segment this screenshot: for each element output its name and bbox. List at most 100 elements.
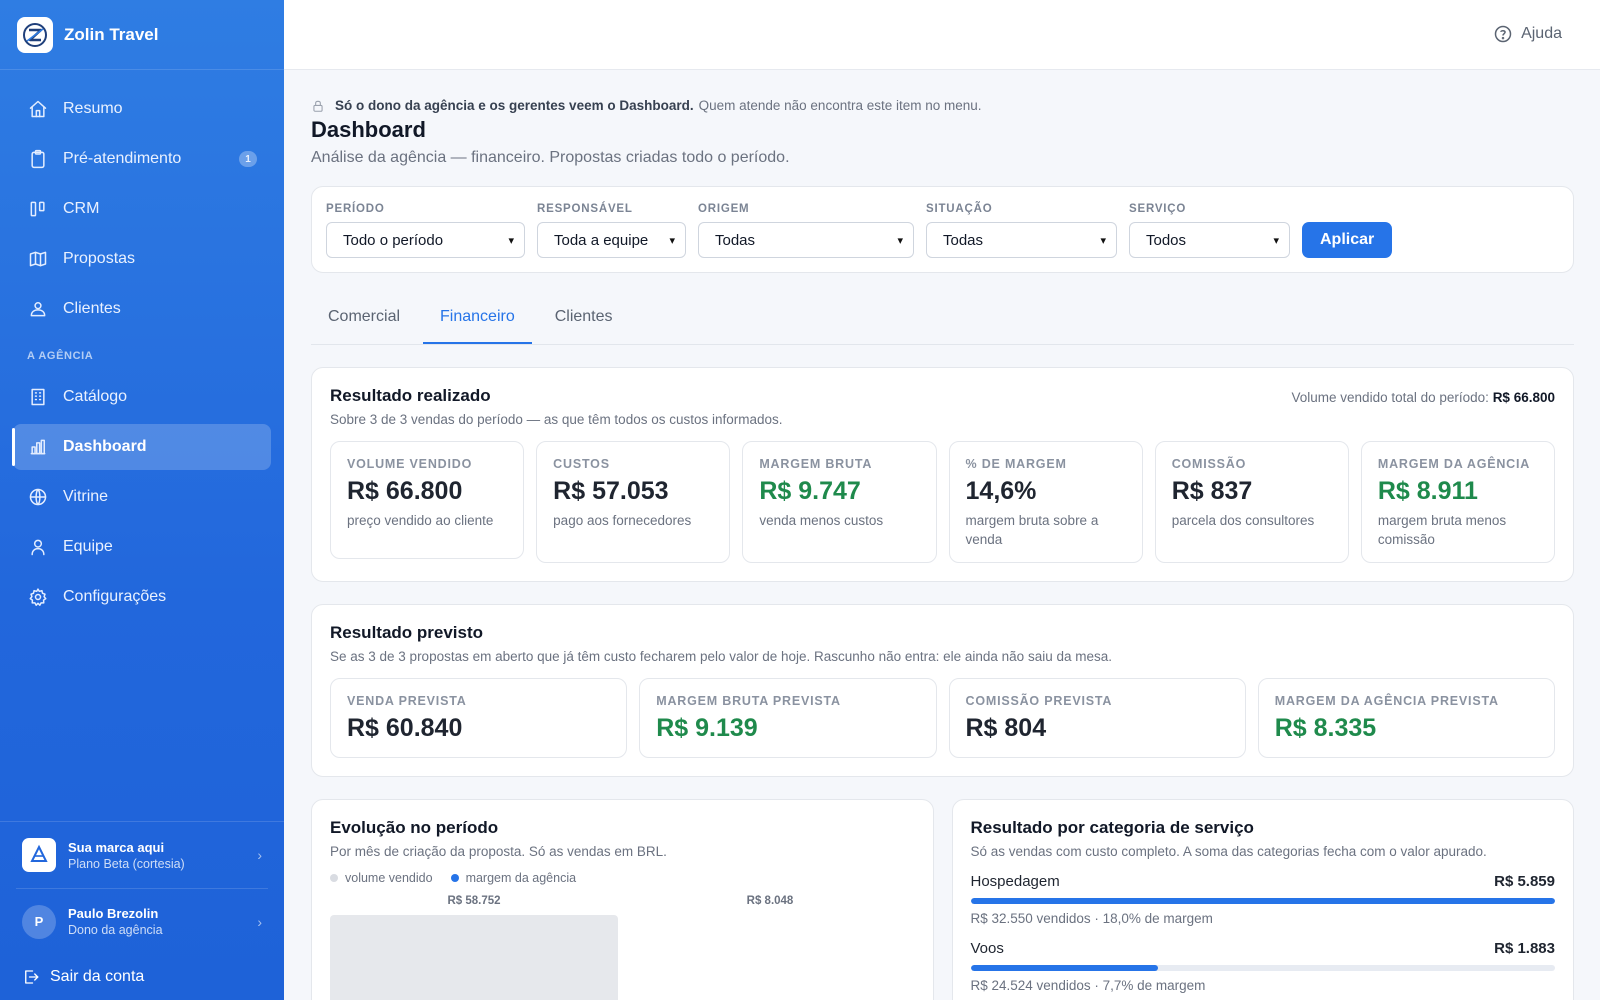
kpi-value: 14,6% [965, 477, 1037, 505]
kpi-desc: parcela dos consultores [1171, 513, 1315, 528]
kpi-label: VENDA PREVISTA [347, 693, 467, 708]
chevron-down-icon: ▾ [897, 234, 903, 247]
sidebar-item-pre-atendimento[interactable]: Pré-atendimento 1 [13, 136, 271, 182]
kpi-label: VOLUME VENDIDO [347, 457, 473, 471]
kanban-icon [27, 198, 49, 220]
card-subtitle: Por mês de criação da proposta. Só as ve… [330, 843, 667, 859]
chart-legend: volume vendido margem da agência [330, 871, 915, 885]
sidebar-item-label: Equipe [63, 538, 113, 555]
kpi-margem-bruta: MARGEM BRUTA R$ 9.747 venda menos custos [742, 441, 937, 563]
sidebar-item-label: Vitrine [63, 488, 109, 505]
servico-select[interactable]: Todos ▾ [1129, 222, 1290, 258]
globe-icon [27, 486, 49, 508]
bottom-row: Evolução no período Por mês de criação d… [311, 798, 1574, 1000]
building-icon [27, 386, 49, 408]
kpi-venda-prevista: VENDA PREVISTA R$ 60.840 [330, 677, 628, 758]
filter-label: PERÍODO [326, 203, 385, 215]
category-bar-track [970, 897, 1555, 904]
filter-label: SITUAÇÃO [926, 203, 993, 215]
kpi-value: R$ 8.911 [1377, 477, 1478, 505]
chevron-right-icon: › [257, 847, 262, 863]
kpi-label: % DE MARGEM [965, 457, 1067, 471]
logout-button[interactable]: Sair da conta [0, 954, 284, 1000]
card-title: Resultado realizado [330, 386, 491, 405]
kpi-label: MARGEM DA AGÊNCIA [1377, 457, 1531, 471]
card-subtitle: Sobre 3 de 3 vendas do período — as que … [330, 412, 783, 427]
logout-label: Sair da conta [50, 968, 145, 985]
page-title: Dashboard [311, 117, 426, 142]
category-name: Voos [970, 939, 1004, 957]
brand[interactable]: Zolin Travel [0, 0, 284, 70]
origem-select[interactable]: Todas ▾ [698, 222, 914, 258]
kpi-volume-vendido: VOLUME VENDIDO R$ 66.800 preço vendido a… [330, 441, 525, 559]
kpi-value: R$ 8.335 [1274, 713, 1377, 742]
filter-situacao: SITUAÇÃO Todas ▾ [926, 203, 1117, 258]
category-bar-track [970, 964, 1555, 971]
sidebar-item-dashboard[interactable]: Dashboard [12, 424, 271, 470]
user-name: Paulo Brezolin [68, 906, 159, 921]
topbar: Ajuda [284, 0, 1600, 70]
clipboard-icon [27, 148, 49, 170]
tabs: Comercial Financeiro Clientes [311, 293, 1574, 345]
select-value: Todos [1146, 231, 1187, 249]
legend-label: margem da agência [465, 870, 577, 885]
chevron-down-icon: ▾ [669, 234, 675, 247]
total-volume-label: Volume vendido total do período: [1291, 390, 1489, 405]
tab-clientes[interactable]: Clientes [538, 292, 630, 344]
chevron-down-icon: ▾ [1273, 234, 1279, 247]
logout-icon [25, 970, 39, 984]
avatar: P [22, 904, 56, 939]
select-value: Toda a equipe [554, 231, 649, 249]
user-role: Dono da agência [68, 923, 163, 937]
sidebar-item-label: Catálogo [63, 388, 128, 405]
chevron-down-icon: ▾ [1100, 234, 1106, 247]
sidebar-item-catalogo[interactable]: Catálogo [13, 374, 271, 420]
kpi-value: R$ 57.053 [553, 477, 669, 505]
sidebar-item-configuracoes[interactable]: Configurações [13, 574, 271, 620]
sidebar-item-equipe[interactable]: Equipe [13, 524, 271, 570]
select-value: Todo o período [343, 231, 444, 249]
sidebar-item-label: Dashboard [63, 438, 147, 455]
kpi-comissao-prevista: COMISSÃO PREVISTA R$ 804 [948, 677, 1246, 758]
category-bar-fill [970, 964, 1158, 971]
sidebar-item-clientes[interactable]: Clientes [13, 286, 271, 332]
select-value: Todas [943, 231, 984, 249]
map-icon [27, 248, 49, 270]
volume-bar[interactable] [330, 914, 618, 1000]
brand-card[interactable]: Sua marca aqui Plano Beta (cortesia) › [0, 822, 284, 888]
legend-dot [450, 874, 459, 883]
sidebar-item-label: Pré-atendimento [63, 150, 182, 167]
total-volume-value: R$ 66.800 [1492, 390, 1555, 405]
sidebar-item-label: Resumo [63, 100, 123, 117]
apply-button[interactable]: Aplicar [1302, 222, 1393, 258]
responsavel-select[interactable]: Toda a equipe ▾ [537, 222, 686, 258]
periodo-select[interactable]: Todo o período ▾ [326, 222, 525, 258]
kpi-desc: margem bruta sobre a venda [965, 513, 1099, 547]
sidebar-item-crm[interactable]: CRM [13, 186, 271, 232]
filter-label: ORIGEM [698, 203, 750, 215]
evolution-chart: R$ 58.752 R$ 8.048 [330, 891, 915, 1000]
kpi-margem-agencia: MARGEM DA AGÊNCIA R$ 8.911 margem bruta … [1360, 441, 1556, 563]
kpi-value: R$ 837 [1171, 477, 1253, 505]
sidebar: Zolin Travel Resumo Pré-atendimento 1 CR… [0, 0, 284, 1000]
sidebar-item-propostas[interactable]: Propostas [13, 236, 271, 282]
sidebar-item-resumo[interactable]: Resumo [13, 86, 271, 132]
user-card[interactable]: P Paulo Brezolin Dono da agência › [16, 888, 268, 954]
category-value: R$ 5.859 [1494, 872, 1555, 890]
kpi-value: R$ 9.747 [759, 477, 861, 505]
kpi-label: CUSTOS [553, 457, 610, 471]
card-subtitle: Se as 3 de 3 propostas em aberto que já … [330, 648, 1112, 664]
help-icon [1494, 25, 1512, 43]
legend-dot [330, 874, 338, 883]
user-icon [27, 536, 49, 558]
kpi-value: R$ 804 [965, 713, 1047, 742]
situacao-select[interactable]: Todas ▾ [926, 222, 1117, 258]
filters-bar: PERÍODO Todo o período ▾ RESPONSÁVEL Tod… [311, 186, 1574, 273]
tab-financeiro[interactable]: Financeiro [423, 292, 532, 344]
sidebar-item-vitrine[interactable]: Vitrine [13, 474, 271, 520]
category-result-card: Resultado por categoria de serviço Só as… [951, 798, 1574, 1000]
sidebar-item-label: Clientes [63, 300, 121, 317]
tab-comercial[interactable]: Comercial [311, 292, 417, 344]
help-button[interactable]: Ajuda [1493, 24, 1562, 44]
kpi-row: VOLUME VENDIDO R$ 66.800 preço vendido a… [330, 441, 1556, 563]
